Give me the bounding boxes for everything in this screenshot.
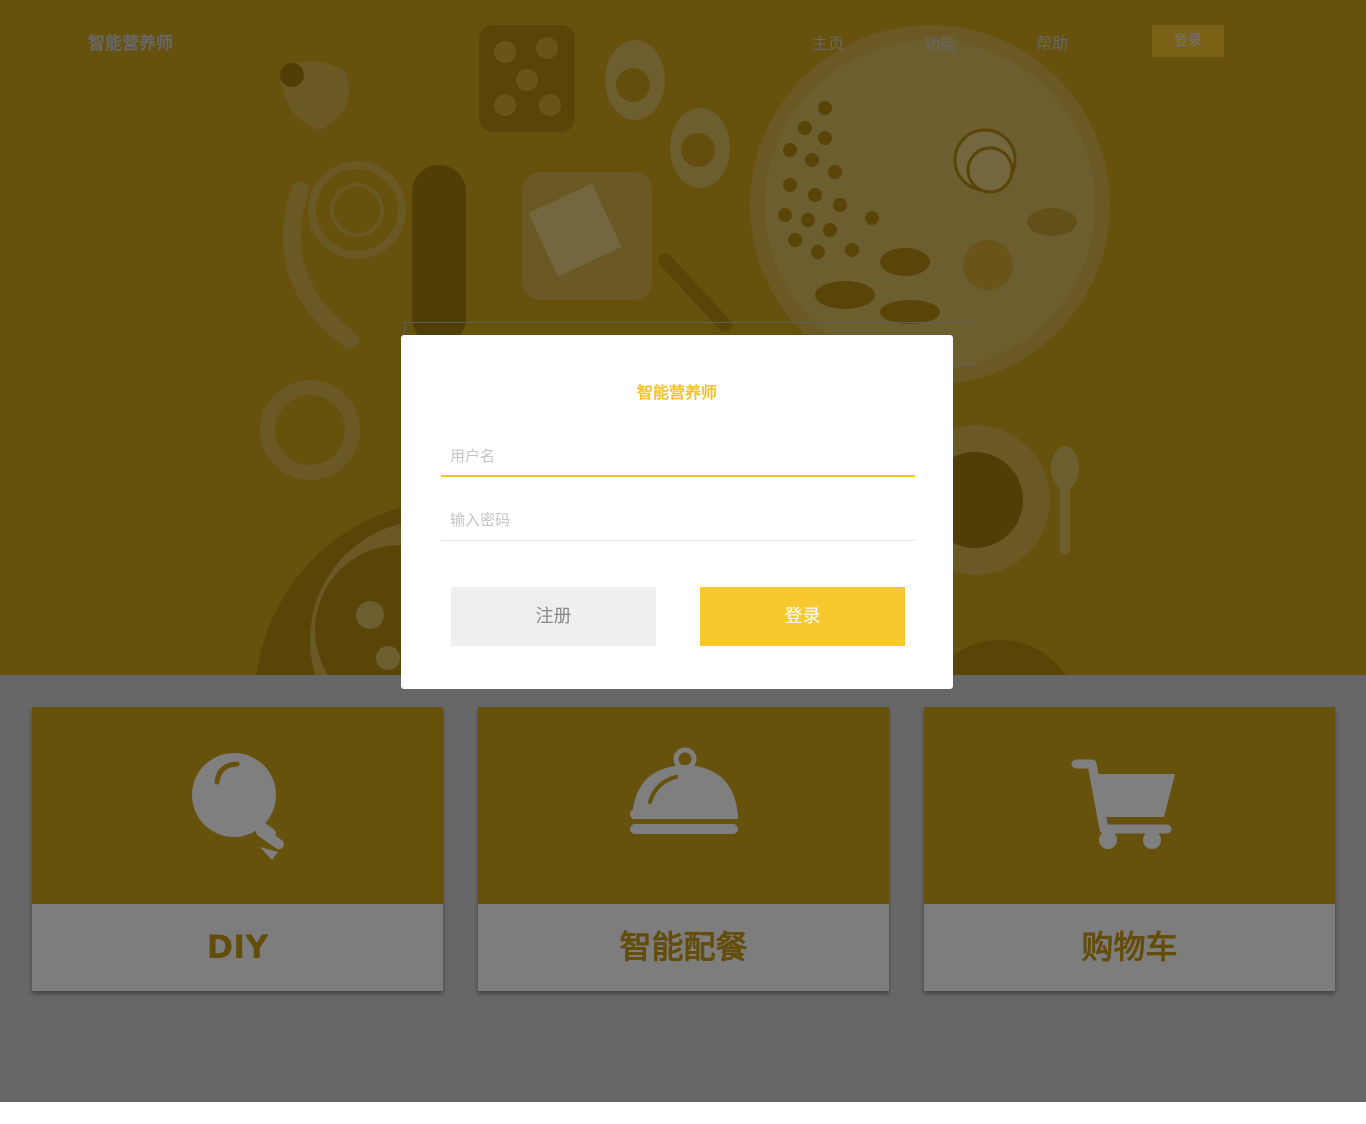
username-input[interactable] (441, 437, 915, 477)
password-input[interactable] (441, 501, 915, 541)
login-modal-title: 智能营养师 (636, 383, 717, 402)
register-button[interactable]: 注册 (451, 587, 656, 646)
login-modal: 智能营养师 注册 登录 (401, 335, 953, 689)
page: 智能营养师 主页 功能 帮助 登录 DIY (0, 0, 1366, 1124)
login-button[interactable]: 登录 (700, 587, 905, 646)
